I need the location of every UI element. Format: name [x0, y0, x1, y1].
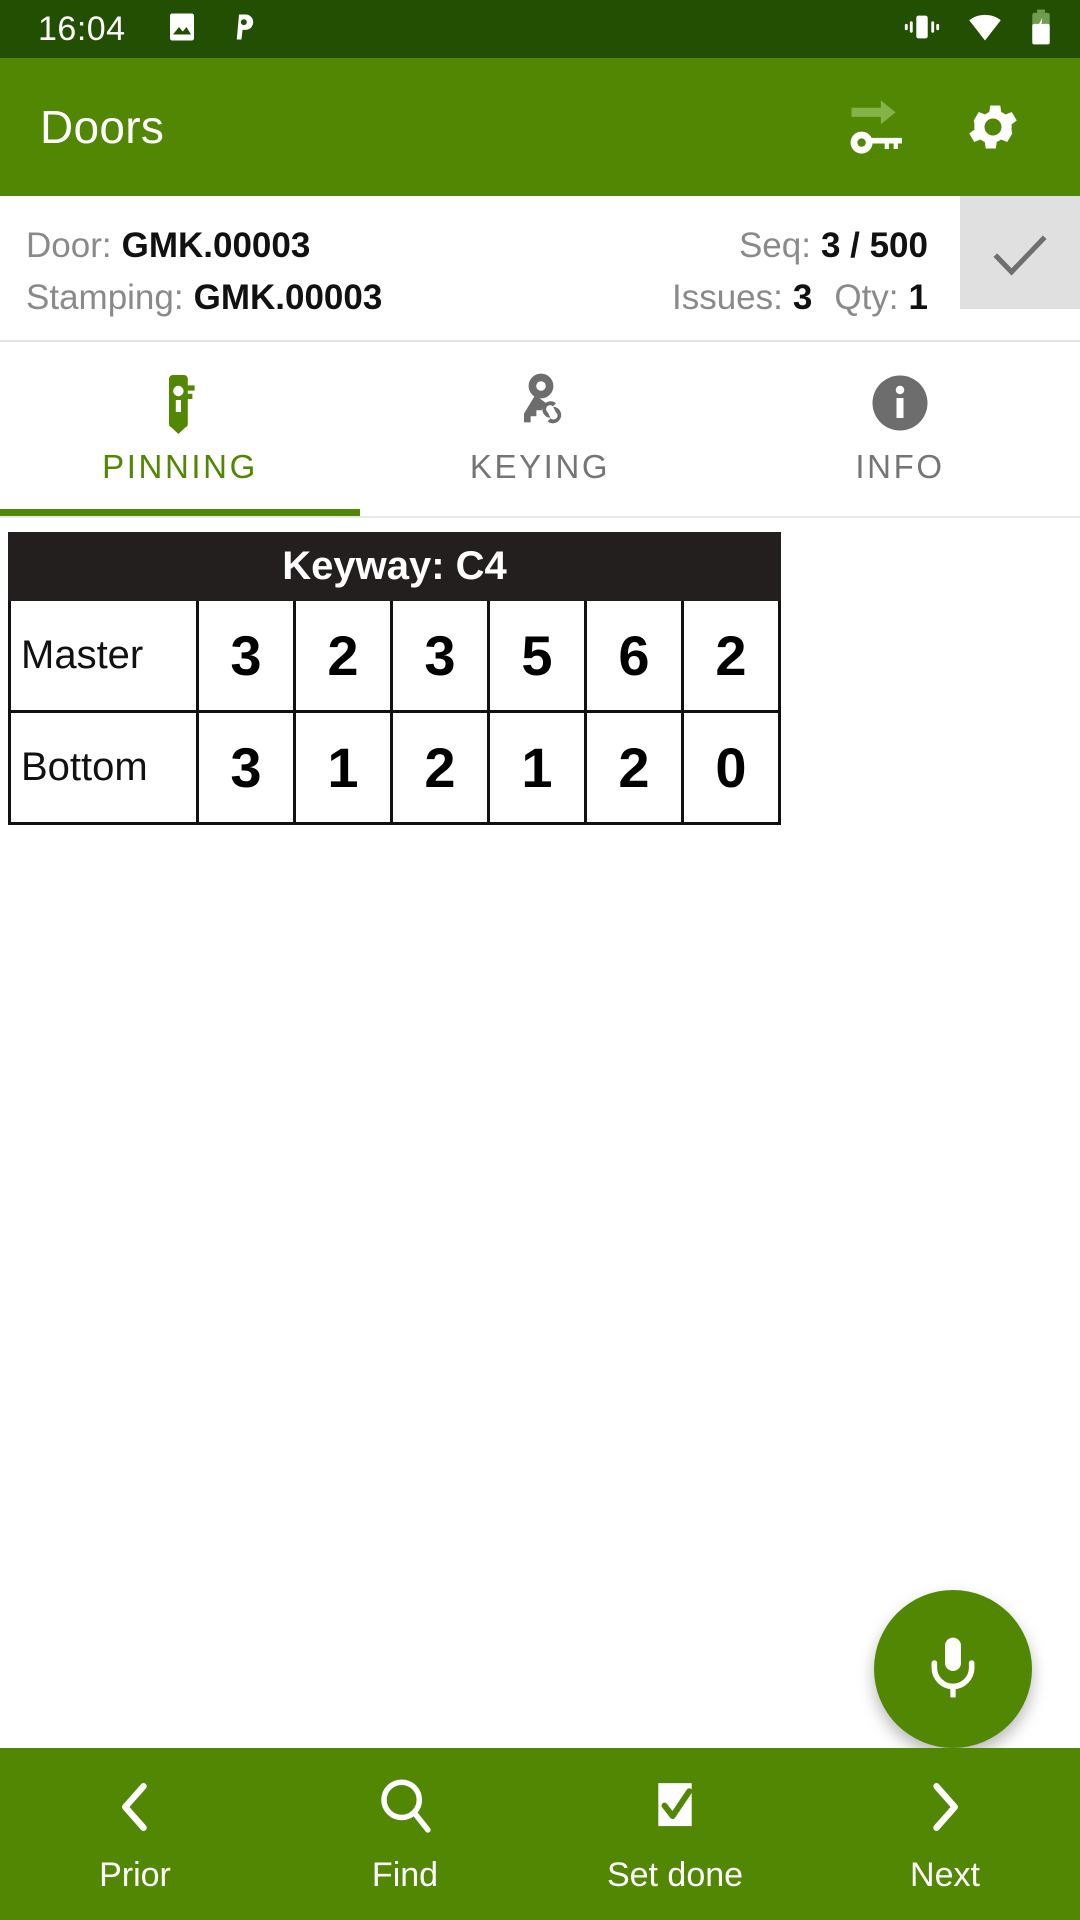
door-field: Door: GMK.00003 [26, 226, 310, 266]
voice-input-fab[interactable] [874, 1590, 1032, 1748]
nav-prior-label: Prior [99, 1855, 171, 1894]
pinning-table: Keyway: C4 Master 3 2 3 5 6 2 Bottom 3 1 2 1 2 0 [8, 532, 781, 825]
nav-set-done[interactable]: Set done [540, 1774, 810, 1895]
app-bar: Doors [0, 58, 1080, 196]
pinning-cell[interactable]: 3 [196, 710, 296, 825]
issues-label: Issues: [671, 278, 783, 317]
chevron-left-icon [113, 1774, 157, 1840]
keyway-header: Keyway: C4 [8, 532, 781, 601]
pinning-cell[interactable]: 3 [390, 598, 490, 713]
pinterest-p-icon [226, 9, 260, 50]
issues-value: 3 [792, 278, 813, 317]
tab-keying-label: KEYING [469, 448, 611, 485]
nav-prior[interactable]: Prior [0, 1774, 270, 1895]
tab-info[interactable]: INFO [720, 342, 1080, 516]
pinning-row-label: Master [8, 598, 199, 713]
pinning-cell[interactable]: 2 [293, 598, 393, 713]
pinning-cell[interactable]: 0 [681, 710, 781, 825]
seq-field: Seq: 3 / 500 [739, 226, 950, 266]
pinning-cell[interactable]: 1 [293, 710, 393, 825]
nav-find-label: Find [371, 1855, 439, 1894]
lock-pin-icon [151, 372, 209, 434]
seq-label: Seq: [738, 226, 811, 265]
nav-next[interactable]: Next [810, 1774, 1080, 1895]
search-icon [376, 1774, 434, 1840]
confirm-door-button[interactable] [960, 196, 1080, 309]
seq-pair: Seq: 3 / 500 [739, 226, 928, 266]
wifi-icon [964, 9, 1006, 50]
gear-icon[interactable] [960, 94, 1026, 160]
chevron-right-icon [923, 1774, 967, 1840]
nav-next-label: Next [910, 1855, 980, 1894]
door-info-row-1: Door: GMK.00003 Seq: 3 / 500 [26, 226, 950, 266]
pinning-cell[interactable]: 3 [196, 598, 296, 713]
status-right-icons [902, 8, 1054, 51]
page-title: Doors [40, 101, 165, 153]
seq-value: 3 / 500 [820, 226, 928, 265]
door-info-panel: Door: GMK.00003 Seq: 3 / 500 Stamping: G… [0, 196, 1080, 342]
tab-pinning-label: PINNING [102, 448, 258, 485]
tab-bar: PINNING KEYING INFO [0, 342, 1080, 518]
stamping-field: Stamping: GMK.00003 [26, 278, 382, 318]
door-info-fields: Door: GMK.00003 Seq: 3 / 500 Stamping: G… [0, 196, 960, 340]
vibrate-icon [902, 9, 942, 50]
key-link-icon [508, 372, 572, 434]
app-bar-actions [846, 94, 1046, 160]
qty-pair: Qty: 1 [834, 278, 928, 318]
status-left-icons [164, 9, 260, 50]
status-bar: 16:04 [0, 0, 1080, 58]
pinning-cell[interactable]: 6 [584, 598, 684, 713]
door-info-row-2: Stamping: GMK.00003 Issues: 3 Qty: 1 [26, 278, 950, 318]
stamping-value: GMK.00003 [193, 278, 383, 317]
tab-info-label: INFO [855, 448, 945, 485]
door-label: Door: [26, 226, 112, 265]
pinning-row-label: Bottom [8, 710, 199, 825]
nav-set-done-label: Set done [606, 1855, 744, 1894]
qty-label: Qty: [834, 278, 899, 317]
checkbox-checked-icon [646, 1774, 704, 1840]
tab-keying[interactable]: KEYING [360, 342, 720, 516]
stamping-label: Stamping: [26, 278, 184, 317]
door-value: GMK.00003 [121, 226, 311, 265]
pinning-cell[interactable]: 2 [390, 710, 490, 825]
nav-find[interactable]: Find [270, 1774, 540, 1895]
pinning-table-row: Master 3 2 3 5 6 2 [8, 598, 781, 713]
pinning-cell[interactable]: 5 [487, 598, 587, 713]
keyway-header-row: Keyway: C4 [8, 532, 781, 601]
pinning-cell[interactable]: 2 [681, 598, 781, 713]
pinning-cell[interactable]: 1 [487, 710, 587, 825]
check-icon [991, 230, 1049, 285]
transfer-key-icon[interactable] [846, 94, 912, 160]
tab-pinning[interactable]: PINNING [0, 342, 360, 516]
info-circle-icon [870, 372, 930, 434]
issues-qty-fields: Issues: 3 Qty: 1 [672, 278, 950, 318]
battery-charging-icon [1028, 8, 1054, 51]
pinning-table-body: Master 3 2 3 5 6 2 Bottom 3 1 2 1 2 0 [8, 598, 781, 825]
bottom-navigation-bar: Prior Find Set done Next [0, 1748, 1080, 1920]
pinning-table-row: Bottom 3 1 2 1 2 0 [8, 710, 781, 825]
status-clock: 16:04 [38, 10, 126, 48]
microphone-icon [921, 1632, 985, 1707]
pinning-content: Keyway: C4 Master 3 2 3 5 6 2 Bottom 3 1 2 1 2 0 [0, 532, 1080, 1820]
image-icon [164, 9, 200, 50]
issues-pair: Issues: 3 [672, 278, 812, 318]
qty-value: 1 [908, 278, 928, 317]
pinning-table-head: Keyway: C4 [8, 532, 781, 601]
pinning-cell[interactable]: 2 [584, 710, 684, 825]
